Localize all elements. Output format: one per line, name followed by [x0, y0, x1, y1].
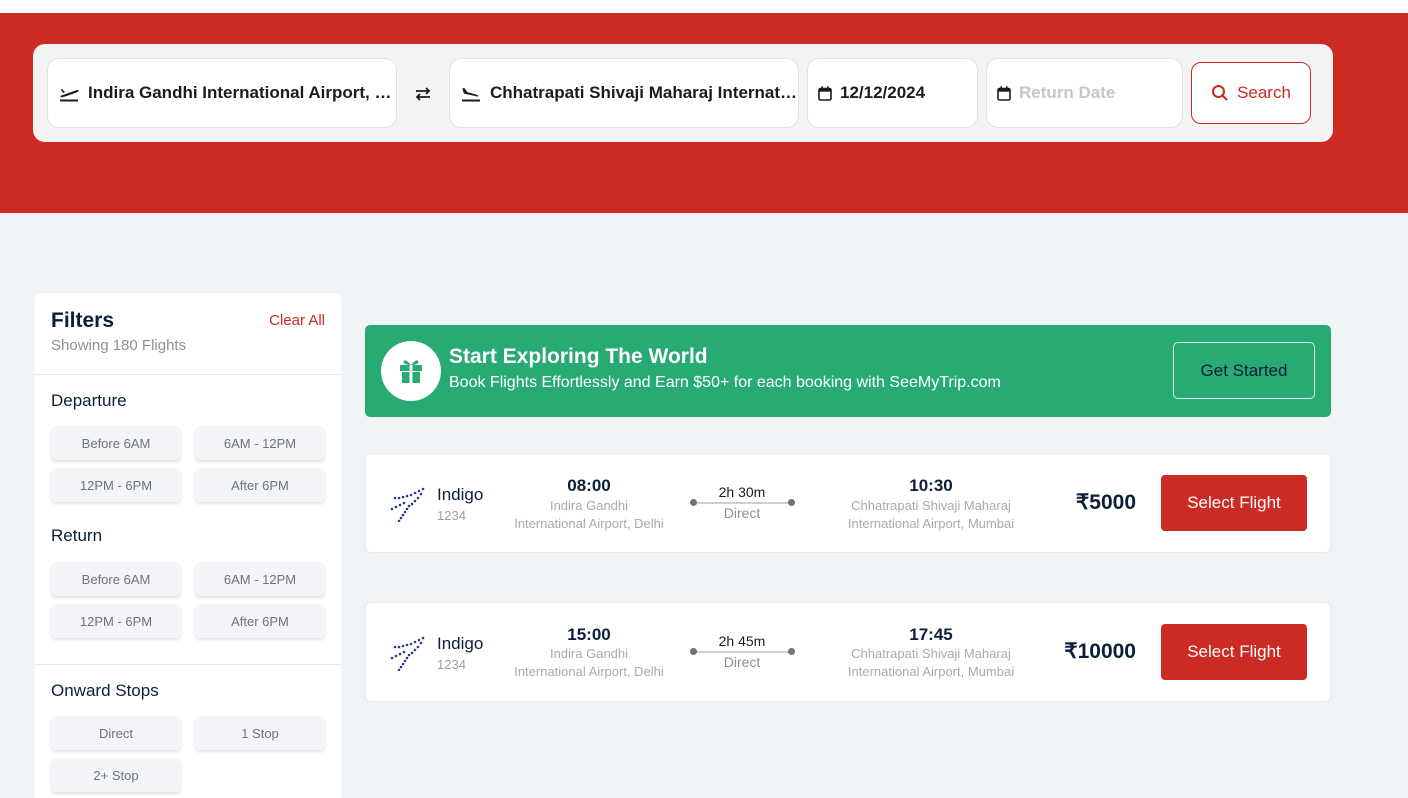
flight-stops: Direct — [723, 505, 761, 521]
flight-stops: Direct — [723, 654, 761, 670]
top-strip — [0, 0, 1408, 13]
stops-2plus-chip[interactable]: 2+ Stop — [51, 758, 181, 792]
flight-duration: 2h 45m — [718, 633, 766, 649]
stops-direct-chip[interactable]: Direct — [51, 716, 181, 750]
landing-icon — [462, 88, 480, 102]
flight-price: ₹5000 — [1075, 491, 1136, 514]
filters-panel: Filters Clear All Showing 180 Flights De… — [35, 293, 341, 798]
arrival-airport-line1: Chhatrapati Shivaji Maharaj — [851, 498, 1011, 513]
to-airport-field[interactable]: Chhatrapati Shivaji Maharaj Internationa… — [449, 58, 799, 128]
arrival-airport-line2: International Airport, Mumbai — [847, 664, 1015, 679]
calendar-icon — [997, 85, 1011, 101]
return-before-6am-chip[interactable]: Before 6AM — [51, 562, 181, 596]
swap-icon[interactable] — [411, 82, 435, 106]
arrival-time: 17:45 — [909, 625, 953, 644]
from-airport-field[interactable]: Indira Gandhi International Airport, Del… — [47, 58, 397, 128]
departure-date-field[interactable]: 12/12/2024 — [807, 58, 978, 128]
select-flight-button[interactable]: Select Flight — [1161, 475, 1307, 531]
departure-airport-line2: International Airport, Delhi — [514, 516, 664, 531]
route-line — [694, 651, 790, 653]
return-date-field[interactable]: Return Date — [986, 58, 1183, 128]
departure-12pm-6pm-chip[interactable]: 12PM - 6PM — [51, 468, 181, 502]
departure-before-6am-chip[interactable]: Before 6AM — [51, 426, 181, 460]
search-button[interactable]: Search — [1191, 62, 1311, 124]
indigo-logo-icon — [390, 487, 425, 522]
promo-subtitle: Book Flights Effortlessly and Earn $50+ … — [449, 374, 1001, 391]
return-after-6pm-chip[interactable]: After 6PM — [195, 604, 325, 638]
search-bar: Indira Gandhi International Airport, Del… — [33, 44, 1333, 142]
departure-6am-12pm-chip[interactable]: 6AM - 12PM — [195, 426, 325, 460]
flight-duration: 2h 30m — [718, 484, 766, 500]
airline-name: Indigo — [437, 485, 484, 504]
search-button-label: Search — [1237, 83, 1291, 102]
departure-time: 08:00 — [567, 476, 611, 495]
return-date-placeholder: Return Date — [1019, 83, 1116, 102]
divider — [35, 664, 341, 665]
arrival-airport-line1: Chhatrapati Shivaji Maharaj — [851, 646, 1011, 661]
arrival-time: 10:30 — [909, 476, 953, 495]
gift-icon — [381, 341, 441, 401]
flight-card: Indigo 1234 08:00 Indira Gandhi Internat… — [365, 453, 1331, 553]
from-airport-value: Indira Gandhi International Airport, Del… — [88, 83, 396, 102]
divider — [35, 374, 341, 375]
flight-number: 1234 — [437, 508, 466, 523]
select-flight-button[interactable]: Select Flight — [1161, 624, 1307, 680]
promo-banner: Start Exploring The World Book Flights E… — [365, 325, 1331, 417]
departure-filter-title: Departure — [51, 391, 127, 410]
return-filter-title: Return — [51, 526, 103, 545]
calendar-icon — [818, 85, 832, 101]
return-6am-12pm-chip[interactable]: 6AM - 12PM — [195, 562, 325, 596]
indigo-logo-icon — [390, 636, 425, 671]
flight-price: ₹10000 — [1064, 640, 1136, 663]
airline-name: Indigo — [437, 634, 484, 653]
search-icon — [1212, 85, 1228, 101]
takeoff-icon — [60, 89, 79, 102]
departure-time: 15:00 — [567, 625, 611, 644]
flights-count: Showing 180 Flights — [51, 337, 187, 354]
departure-after-6pm-chip[interactable]: After 6PM — [195, 468, 325, 502]
departure-date-value: 12/12/2024 — [840, 83, 926, 102]
route-line — [694, 502, 790, 504]
clear-all-link[interactable]: Clear All — [269, 312, 325, 329]
get-started-button[interactable]: Get Started — [1173, 342, 1315, 399]
departure-airport-line1: Indira Gandhi — [549, 646, 629, 661]
stops-1-stop-chip[interactable]: 1 Stop — [195, 716, 325, 750]
departure-airport-line2: International Airport, Delhi — [514, 664, 664, 679]
filters-title: Filters — [51, 309, 115, 332]
flight-card: Indigo 1234 15:00 Indira Gandhi Internat… — [365, 602, 1331, 702]
stops-filter-title: Onward Stops — [51, 681, 159, 700]
flight-number: 1234 — [437, 657, 466, 672]
promo-title: Start Exploring The World — [449, 345, 708, 368]
return-12pm-6pm-chip[interactable]: 12PM - 6PM — [51, 604, 181, 638]
departure-airport-line1: Indira Gandhi — [549, 498, 629, 513]
to-airport-value: Chhatrapati Shivaji Maharaj Internationa… — [490, 83, 798, 102]
arrival-airport-line2: International Airport, Mumbai — [847, 516, 1015, 531]
